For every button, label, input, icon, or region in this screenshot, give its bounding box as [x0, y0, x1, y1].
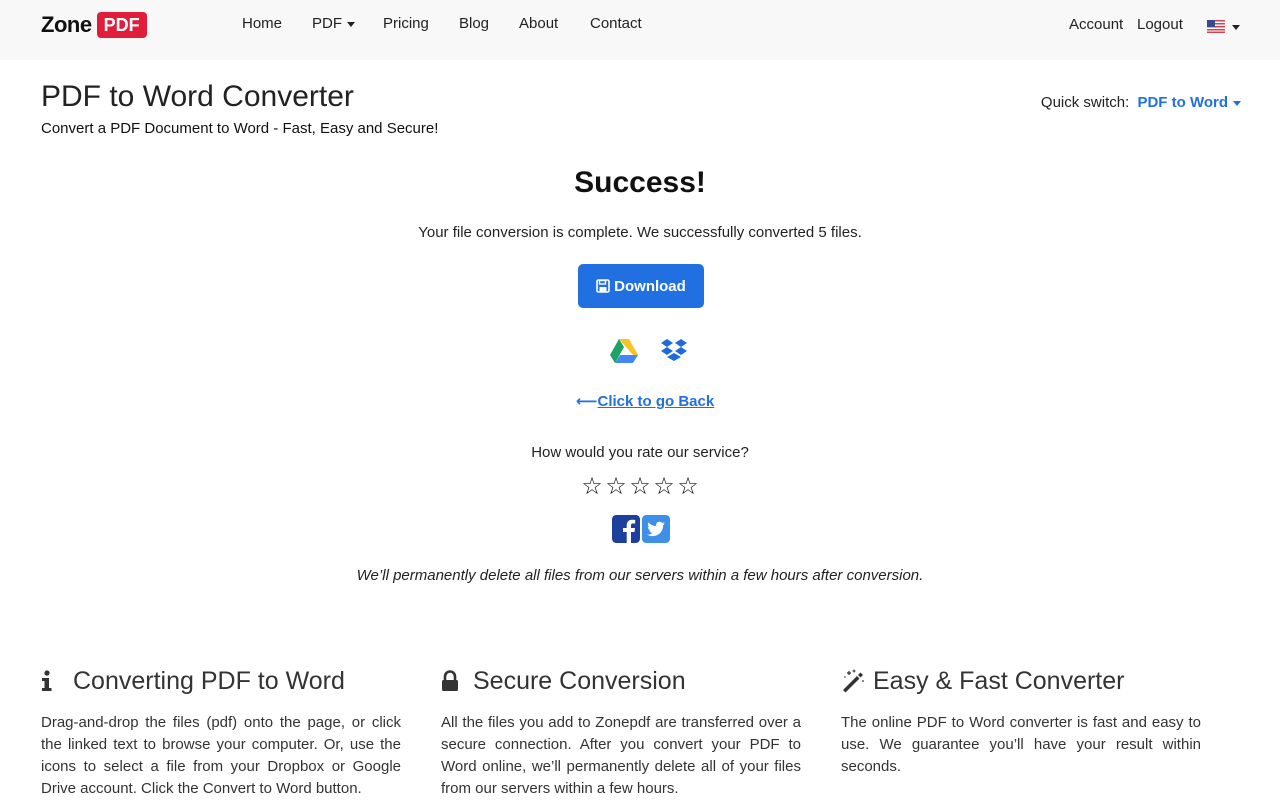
rating-question: How would you rate our service?: [531, 444, 749, 461]
save-icon: [596, 279, 610, 293]
lock-icon: [441, 669, 465, 693]
caret-down-icon: [1232, 25, 1240, 30]
feature-title: Secure Conversion: [473, 666, 686, 695]
page-title: PDF to Word Converter: [41, 80, 354, 113]
nav-pricing[interactable]: Pricing: [383, 15, 429, 32]
quick-switch-value: PDF to Word: [1137, 94, 1228, 111]
nav-blog[interactable]: Blog: [459, 15, 489, 32]
download-label: Download: [614, 277, 686, 295]
nav-logout[interactable]: Logout: [1137, 16, 1183, 33]
feature-description: Drag-and-drop the files (pdf) onto the p…: [41, 714, 401, 797]
logo-text: Zone: [41, 12, 92, 37]
star-rating: ☆ ☆ ☆ ☆ ☆: [580, 474, 700, 500]
feature-title: Converting PDF to Word: [73, 666, 345, 695]
feature-secure: Secure Conversion All the files you add …: [441, 664, 801, 800]
nav-home[interactable]: Home: [242, 15, 282, 32]
nav-account[interactable]: Account: [1069, 16, 1123, 33]
star-icon[interactable]: ☆: [628, 474, 652, 500]
nav-pdf-label: PDF: [312, 15, 342, 32]
success-title: Success!: [574, 166, 706, 199]
feature-title: Easy & Fast Converter: [873, 666, 1125, 695]
facebook-share-icon[interactable]: [612, 515, 640, 543]
us-flag-icon: [1207, 20, 1225, 33]
logo[interactable]: Zone PDF: [41, 12, 147, 38]
caret-down-icon: [1233, 100, 1241, 106]
quick-switch: Quick switch: PDF to Word: [1041, 94, 1241, 111]
language-dropdown[interactable]: [1207, 19, 1243, 35]
nav-pdf-dropdown[interactable]: PDF: [312, 15, 355, 32]
star-icon[interactable]: ☆: [652, 474, 676, 500]
feature-easy-fast: Easy & Fast Converter The online PDF to …: [841, 664, 1201, 778]
google-drive-icon[interactable]: [609, 337, 639, 365]
dropbox-icon[interactable]: [660, 337, 688, 365]
star-icon[interactable]: ☆: [676, 474, 700, 500]
page-subtitle: Convert a PDF Document to Word - Fast, E…: [41, 120, 439, 137]
caret-down-icon: [347, 21, 355, 27]
feature-description: The online PDF to Word converter is fast…: [841, 714, 1201, 775]
go-back-label: Click to go Back: [597, 393, 715, 410]
magic-wand-icon: [841, 669, 865, 693]
deletion-notice: We’ll permanently delete all files from …: [356, 567, 924, 584]
logo-badge: PDF: [96, 12, 147, 38]
success-message: Your file conversion is complete. We suc…: [418, 224, 862, 241]
download-button[interactable]: Download: [578, 264, 704, 308]
star-icon[interactable]: ☆: [580, 474, 604, 500]
nav-about[interactable]: About: [519, 15, 558, 32]
arrow-left-icon: ⟵: [576, 393, 598, 410]
navbar: Zone PDF Home PDF Pricing Blog About Con…: [0, 0, 1280, 60]
twitter-share-icon[interactable]: [642, 515, 670, 543]
go-back-link[interactable]: ⟵Click to go Back: [576, 392, 714, 410]
info-icon: [41, 669, 65, 693]
quick-switch-label: Quick switch:: [1040, 94, 1130, 111]
feature-description: All the files you add to Zonepdf are tra…: [441, 714, 801, 797]
star-icon[interactable]: ☆: [604, 474, 628, 500]
feature-converting: Converting PDF to Word Drag-and-drop the…: [41, 664, 401, 800]
nav-contact[interactable]: Contact: [590, 15, 642, 32]
quick-switch-dropdown[interactable]: PDF to Word: [1137, 94, 1241, 111]
